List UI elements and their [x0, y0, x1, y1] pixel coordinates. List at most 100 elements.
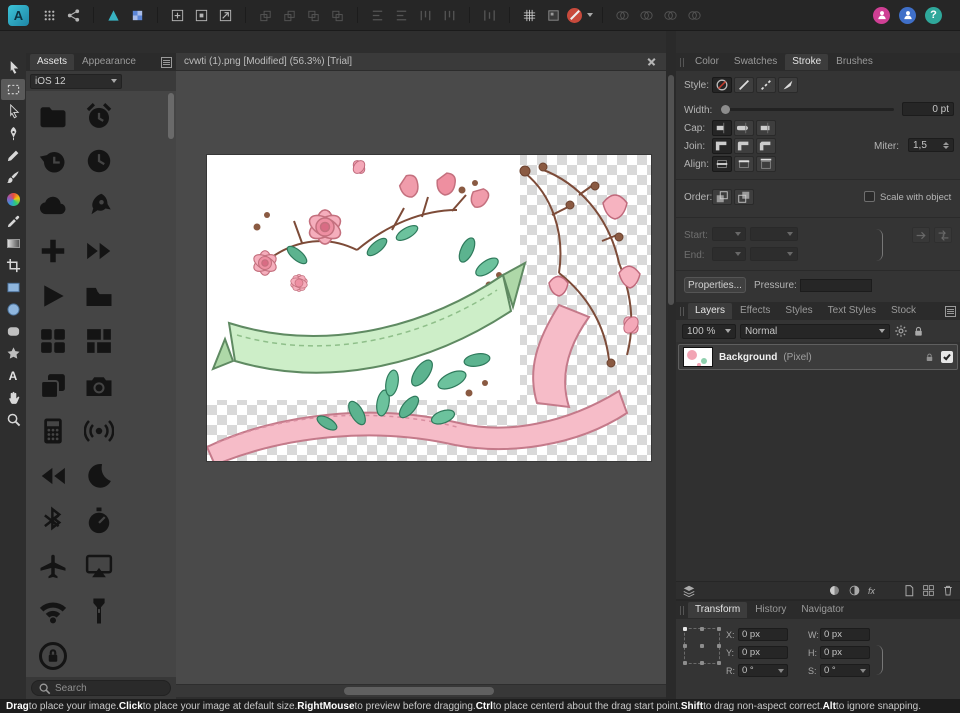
asset-wifi-icon[interactable]	[30, 588, 76, 633]
tab-styles[interactable]: Styles	[778, 303, 819, 319]
show-grid-button[interactable]	[519, 5, 540, 26]
crop-tool[interactable]	[1, 255, 25, 276]
chevron-down-icon[interactable]	[587, 13, 593, 17]
layer-visibility-checkbox[interactable]	[941, 351, 953, 363]
tab-effects[interactable]: Effects	[733, 303, 777, 319]
panel-drag-handle[interactable]	[680, 605, 684, 615]
new-group-icon[interactable]	[922, 584, 935, 597]
pixel-view-button[interactable]	[543, 5, 564, 26]
order-behind-button[interactable]	[734, 189, 754, 205]
placed-image[interactable]	[207, 155, 651, 461]
asset-antenna-icon[interactable]	[76, 408, 122, 453]
persona-pixel-button[interactable]	[127, 5, 148, 26]
layer-lock-icon[interactable]	[924, 352, 935, 363]
asset-lock-icon[interactable]	[30, 633, 76, 677]
distribute-button[interactable]	[479, 5, 500, 26]
boolean-intersect-button[interactable]	[660, 5, 681, 26]
asset-folder-icon[interactable]	[30, 93, 76, 138]
insert-inside-button[interactable]	[191, 5, 212, 26]
asset-calculator-icon[interactable]	[30, 408, 76, 453]
arrowhead-swap-button[interactable]	[912, 227, 930, 243]
assets-category-select[interactable]: iOS 12	[30, 73, 122, 89]
stroke-width-value[interactable]: 0 pt	[902, 102, 954, 116]
asset-camera-icon[interactable]	[76, 363, 122, 408]
asset-fast-forward-icon[interactable]	[76, 228, 122, 273]
align-bottom-button[interactable]	[439, 5, 460, 26]
asset-folder-fill-icon[interactable]	[76, 273, 122, 318]
panel-drag-handle[interactable]	[680, 306, 684, 316]
panel-drag-handle[interactable]	[680, 57, 684, 67]
gradient-tool[interactable]	[1, 233, 25, 254]
panel-scrollbar-thumb[interactable]	[668, 75, 674, 305]
tab-brushes[interactable]: Brushes	[829, 54, 880, 70]
start-arrowhead-select[interactable]	[750, 227, 798, 241]
asset-copy-icon[interactable]	[30, 363, 76, 408]
stroke-width-slider[interactable]	[721, 105, 894, 114]
zoom-tool[interactable]	[1, 409, 25, 430]
account-button[interactable]	[873, 6, 890, 24]
assets-search-input[interactable]: Search	[31, 680, 171, 696]
anchor-point-selector[interactable]	[683, 627, 721, 665]
transform-s-input[interactable]: 0 °	[820, 664, 870, 677]
share-button[interactable]	[63, 5, 84, 26]
tab-history[interactable]: History	[748, 602, 793, 618]
snapping-button[interactable]	[567, 5, 582, 26]
stroke-style-solid-button[interactable]	[734, 77, 754, 93]
brush-tool[interactable]	[1, 167, 25, 188]
asset-cloud-icon[interactable]	[30, 183, 76, 228]
panel-splitter[interactable]	[666, 31, 676, 699]
align-center-button[interactable]	[391, 5, 412, 26]
lock-layer-icon[interactable]	[912, 325, 925, 338]
join-miter-button[interactable]	[712, 138, 732, 154]
insert-behind-button[interactable]	[215, 5, 236, 26]
document-tab[interactable]: cvwti (1).png [Modified] (56.3%) [Trial]	[184, 56, 352, 67]
align-outside-stroke-button[interactable]	[756, 156, 776, 172]
end-pressure-select[interactable]	[712, 247, 746, 261]
rounded-rectangle-tool[interactable]	[1, 321, 25, 342]
assets-menu-icon[interactable]	[161, 56, 172, 68]
asset-history-icon[interactable]	[30, 138, 76, 183]
hand-tool[interactable]	[1, 387, 25, 408]
cap-butt-button[interactable]	[712, 120, 732, 136]
stroke-style-dashed-button[interactable]	[756, 77, 776, 93]
sync-button[interactable]	[899, 6, 916, 24]
properties-button[interactable]: Properties...	[684, 277, 746, 293]
canvas-horizontal-scrollbar[interactable]	[176, 685, 666, 697]
move-tool[interactable]	[1, 57, 25, 78]
pressure-editor[interactable]	[800, 279, 872, 292]
align-center-stroke-button[interactable]	[712, 156, 732, 172]
asset-plus-icon[interactable]	[30, 228, 76, 273]
node-tool[interactable]	[1, 101, 25, 122]
tab-appearance[interactable]: Appearance	[75, 54, 143, 70]
assets-scrollbar[interactable]	[168, 91, 174, 677]
blend-options-gear-icon[interactable]	[894, 324, 908, 338]
tab-navigator[interactable]: Navigator	[794, 602, 851, 618]
asset-bluetooth-icon[interactable]	[30, 498, 76, 543]
tab-color[interactable]: Color	[688, 54, 726, 70]
rectangle-tool[interactable]	[1, 277, 25, 298]
assets-scrollbar-thumb[interactable]	[168, 93, 174, 139]
text-tool[interactable]: A	[1, 365, 25, 386]
transform-y-input[interactable]: 0 px	[738, 646, 788, 659]
canvas-horizontal-scrollbar-thumb[interactable]	[344, 687, 494, 695]
blend-mode-select[interactable]: Normal	[740, 323, 890, 339]
ellipse-tool[interactable]	[1, 299, 25, 320]
asset-airplane-icon[interactable]	[30, 543, 76, 588]
persona-vector-button[interactable]	[103, 5, 124, 26]
move-backward-button[interactable]	[303, 5, 324, 26]
asset-clock-icon[interactable]	[76, 138, 122, 183]
stroke-style-brush-button[interactable]	[778, 77, 798, 93]
transform-w-input[interactable]: 0 px	[820, 628, 870, 641]
join-bevel-button[interactable]	[756, 138, 776, 154]
pen-tool[interactable]	[1, 123, 25, 144]
adjustment-layer-icon[interactable]	[848, 584, 861, 597]
new-layer-icon[interactable]	[903, 584, 915, 597]
tab-layers[interactable]: Layers	[688, 303, 733, 319]
asset-flashlight-icon[interactable]	[76, 588, 122, 633]
mask-layer-icon[interactable]	[828, 584, 841, 597]
canvas-viewport[interactable]	[176, 71, 666, 684]
asset-rewind-icon[interactable]	[30, 453, 76, 498]
asset-moon-icon[interactable]	[76, 453, 122, 498]
app-logo-icon[interactable]: A	[8, 4, 29, 26]
tab-text-styles[interactable]: Text Styles	[821, 303, 883, 319]
